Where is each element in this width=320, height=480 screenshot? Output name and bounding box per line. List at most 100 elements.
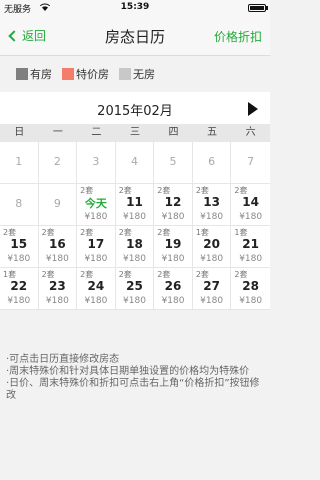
day-price: ¥180 (45, 254, 69, 264)
day-number: 14 (242, 195, 259, 209)
calendar-day[interactable]: 2套 12 ¥180 (154, 184, 193, 226)
weekday: 二 (91, 127, 102, 138)
calendar-day[interactable]: 2套 19 ¥180 (154, 226, 193, 268)
next-month-arrow-icon[interactable] (248, 102, 258, 116)
day-price: ¥180 (123, 254, 146, 264)
day-price: ¥180 (123, 212, 146, 222)
battery-icon (248, 4, 266, 12)
day-number: 13 (203, 195, 220, 209)
day-price: ¥180 (7, 254, 31, 264)
weekday: 三 (129, 127, 140, 138)
day-price: ¥180 (161, 296, 185, 306)
day-number: 15 (10, 237, 28, 251)
day-number: 21 (242, 237, 259, 251)
calendar-day[interactable]: 2套 13 ¥180 (193, 184, 232, 226)
legend-swatch-full (119, 68, 131, 80)
calendar-day[interactable]: 2套 14 ¥180 (231, 184, 270, 226)
day-number: 4 (130, 155, 138, 168)
day-price: ¥180 (84, 296, 108, 306)
day-number: 7 (247, 155, 255, 168)
day-price: ¥180 (200, 254, 224, 264)
day-price: ¥180 (200, 212, 224, 222)
day-number: 25 (126, 279, 143, 293)
calendar-day[interactable]: 2套 28 ¥180 (231, 268, 270, 310)
calendar-day[interactable]: 1套 21 ¥180 (231, 226, 270, 268)
calendar-week: 2套 15 ¥180 2套 16 ¥180 2套 17 ¥180 2套 18 ¥180 2套 19 ¥180… (0, 226, 270, 268)
calendar-day: 2 (39, 142, 78, 184)
calendar-day[interactable]: 2套 18 ¥180 (116, 226, 155, 268)
calendar-day: 5 (154, 142, 193, 184)
day-number: 22 (10, 279, 28, 293)
note-line: ·周末特殊价和针对具体日期单独设置的价格均为特殊价 (6, 366, 250, 377)
calendar-day[interactable]: 2套 11 ¥180 (116, 184, 155, 226)
weekday: 六 (245, 127, 256, 138)
legend-label: 无房 (133, 68, 155, 81)
day-price: ¥180 (239, 254, 263, 264)
day-price: ¥180 (123, 296, 146, 306)
calendar-week: 8 9 2套 今天 ¥180 2套 11 ¥180 2套 12 ¥180 2套 13 ¥180 2套 14 ¥1… (0, 184, 270, 226)
calendar-day[interactable]: 2套 15 ¥180 (0, 226, 39, 268)
price-discount-button[interactable]: 价格折扣 (214, 28, 262, 45)
calendar-day: 7 (231, 142, 270, 184)
day-price: ¥180 (200, 296, 224, 306)
calendar-day[interactable]: 2套 25 ¥180 (116, 268, 155, 310)
legend-swatch-available (16, 68, 28, 80)
calendar-day: 9 (39, 184, 78, 226)
calendar-day[interactable]: 2套 23 ¥180 (39, 268, 78, 310)
calendar-day: 8 (0, 184, 39, 226)
day-price: ¥180 (161, 254, 185, 264)
calendar-day: 6 (193, 142, 232, 184)
day-number: 1 (15, 155, 23, 168)
legend-special: 特价房 (62, 66, 109, 82)
day-number: 20 (203, 237, 220, 251)
day-number: 今天 (84, 197, 107, 210)
calendar-day[interactable]: 2套 27 ¥180 (193, 268, 232, 310)
calendar-day[interactable]: 1套 22 ¥180 (0, 268, 39, 310)
calendar-day[interactable]: 1套 20 ¥180 (193, 226, 232, 268)
weekday: 日 (14, 127, 25, 138)
day-number: 17 (87, 237, 105, 251)
weekday-header: 日 一 二 三 四 五 六 (0, 124, 270, 142)
calendar-day[interactable]: 2套 26 ¥180 (154, 268, 193, 310)
legend: 有房 特价房 无房 (0, 56, 270, 92)
navigation-bar: 返回 房态日历 价格折扣 (0, 16, 270, 56)
day-number: 16 (48, 237, 66, 251)
day-price: ¥180 (239, 212, 263, 222)
month-title: 2015年02月 (97, 104, 173, 119)
day-price: ¥180 (45, 296, 69, 306)
note-line: ·日价、周末特殊价和折扣可点击右上角“价格折扣”按钮修改 (6, 378, 260, 401)
legend-swatch-special (62, 68, 74, 80)
legend-label: 特价房 (76, 68, 109, 81)
day-number: 3 (92, 155, 100, 168)
day-number: 2 (53, 155, 61, 168)
day-price: ¥180 (239, 296, 263, 306)
month-header: 2015年02月 (0, 92, 270, 124)
day-price: ¥180 (84, 212, 108, 222)
day-price: ¥180 (161, 212, 185, 222)
calendar-day: 1 (0, 142, 39, 184)
day-number: 11 (126, 195, 143, 209)
day-number: 23 (48, 279, 66, 293)
clock: 15:39 (120, 2, 150, 12)
legend-label: 有房 (30, 68, 52, 81)
calendar-week: 1 2 3 4 5 6 7 (0, 142, 270, 184)
day-number: 26 (164, 279, 182, 293)
weekday: 五 (207, 127, 218, 138)
day-number: 28 (242, 279, 259, 293)
day-number: 27 (203, 279, 220, 293)
calendar-day: 4 (116, 142, 155, 184)
calendar-day[interactable]: 2套 24 ¥180 (77, 268, 116, 310)
legend-available: 有房 (16, 66, 52, 82)
calendar-day[interactable]: 2套 16 ¥180 (39, 226, 78, 268)
calendar-day[interactable]: 2套 17 ¥180 (77, 226, 116, 268)
day-number: 9 (53, 197, 61, 210)
status-bar: 无服务 15:39 (0, 0, 270, 16)
calendar-week: 1套 22 ¥180 2套 23 ¥180 2套 24 ¥180 2套 25 ¥180 2套 26 ¥180… (0, 268, 270, 310)
day-number: 5 (169, 155, 177, 168)
notes: ·可点击日历直接修改房态 ·周末特殊价和针对具体日期单独设置的价格均为特殊价 ·… (6, 354, 266, 402)
day-number: 8 (15, 197, 23, 210)
weekday: 一 (52, 127, 63, 138)
day-number: 12 (164, 195, 182, 209)
calendar-day[interactable]: 2套 今天 ¥180 (77, 184, 116, 226)
day-number: 18 (126, 237, 143, 251)
